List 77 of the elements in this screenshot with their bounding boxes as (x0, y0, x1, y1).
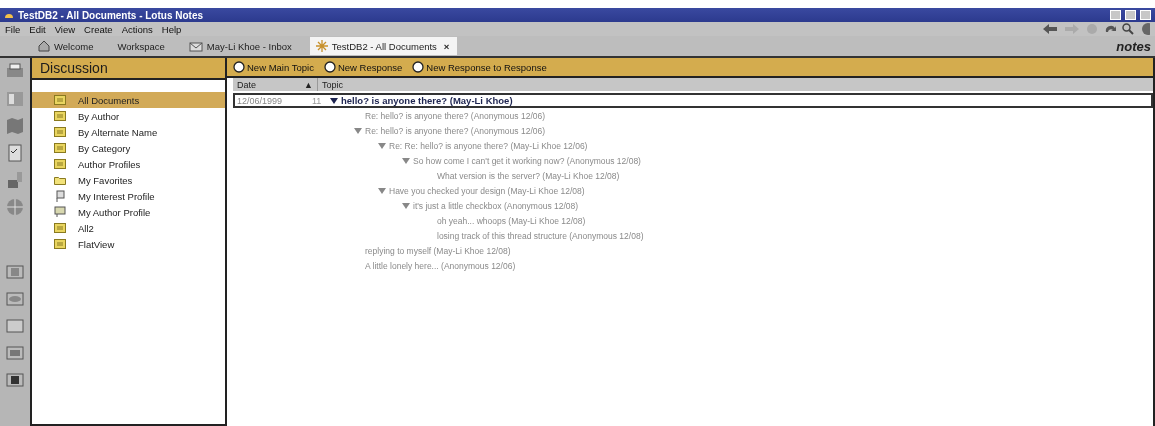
view-icon (54, 159, 66, 169)
topic-text: What version is the server? (May-Li Khoe 12/08) (437, 170, 620, 181)
topic-text: it's just a little checkbox (Anonymous 12/08) (413, 200, 579, 211)
navigator-entry[interactable]: My Author Profile (32, 204, 225, 220)
mailbox-icon (188, 40, 203, 52)
count-cell: 11 (312, 95, 322, 106)
menu-item[interactable]: Edit (29, 23, 46, 35)
thread-row[interactable]: Re: Re: hello? is anyone there? (May-Li Khoe 12/06) (233, 138, 1153, 153)
topic-text: Re: hello? is anyone there? (Anonymous 12/06) (365, 110, 546, 121)
back-arrow-icon[interactable] (1042, 23, 1058, 35)
thread-row[interactable]: oh yeah... whoops (May-Li Khoe 12/08) (233, 213, 1153, 228)
refresh-icon[interactable] (1104, 23, 1116, 35)
action-button[interactable]: New Response (323, 61, 403, 73)
navigator-entry[interactable]: All2 (32, 220, 225, 236)
profile-icon (54, 190, 66, 202)
column-header[interactable]: Topic (318, 78, 718, 91)
brand-label: notes (1116, 38, 1152, 54)
thread-row[interactable]: replying to myself (May-Li Khoe 12/08) (233, 243, 1153, 258)
thread-row[interactable]: Have you checked your design (May-Li Khoe 12/08) (233, 183, 1153, 198)
view-icon (54, 95, 66, 105)
thread-row[interactable]: A little lonely here... (Anonymous 12/06) (233, 258, 1153, 273)
action-button[interactable]: New Response to Response (412, 61, 547, 73)
topic-text: Have you checked your design (May-Li Khoe 12/08) (389, 185, 585, 196)
menu-item[interactable]: Help (161, 23, 182, 35)
thread-row[interactable]: it's just a little checkbox (Anonymous 12/08) (233, 198, 1153, 213)
view-icon (54, 127, 66, 137)
tab[interactable]: Workspace (111, 37, 173, 55)
view-icon (54, 143, 66, 153)
view-icon (54, 239, 66, 249)
close-button[interactable] (1140, 10, 1151, 20)
column-header[interactable]: Date ▲ (233, 78, 318, 91)
menu-item[interactable]: Actions (121, 23, 153, 35)
topic-text: replying to myself (May-Li Khoe 12/08) (365, 245, 511, 256)
panel-title: Discussion (32, 58, 225, 80)
navigator-entry[interactable]: My Interest Profile (32, 188, 225, 204)
checklist-icon[interactable] (5, 143, 25, 163)
expand-triangle-icon[interactable] (330, 97, 338, 104)
thread-row[interactable]: What version is the server? (May-Li Khoe 12/08) (233, 168, 1153, 183)
topic-text: So how come I can't get it working now? (Anonymous 12/08) (413, 155, 641, 166)
navigator-entry[interactable]: By Alternate Name (32, 124, 225, 140)
thread-row[interactable]: losing track of this thread structure (Anonymous 12/08) (233, 228, 1153, 243)
menu-item[interactable]: Create (84, 23, 113, 35)
house-icon (38, 40, 50, 52)
navigator-entry[interactable]: FlatView (32, 236, 225, 252)
navigator-entry[interactable]: My Favorites (32, 172, 225, 188)
topic-text: hello? is anyone there? (May-Li Khoe) (341, 95, 513, 106)
navigator-entry[interactable]: By Category (32, 140, 225, 156)
topic-text: Re: hello? is anyone there? (Anonymous 12/06) (365, 125, 546, 136)
globe-icon[interactable] (5, 197, 25, 217)
restore-button[interactable] (1125, 10, 1136, 20)
tab[interactable]: Welcome (32, 37, 102, 55)
close-button[interactable]: × (443, 40, 450, 52)
window-title: TestDB2 - All Documents - Lotus Notes (18, 9, 204, 21)
navigator-entry[interactable]: By Author (32, 108, 225, 124)
thread-row[interactable]: So how come I can't get it working now? (Anonymous 12/08) (233, 153, 1153, 168)
navigator-entry[interactable]: All Documents (32, 92, 225, 108)
date-cell-text: 12/06/1999 (236, 95, 284, 106)
search-icon[interactable] (1122, 23, 1134, 35)
spark-icon (315, 40, 328, 52)
view-icon (54, 223, 66, 233)
topic-text: A little lonely here... (Anonymous 12/06) (365, 260, 516, 271)
topic-text: oh yeah... whoops (May-Li Khoe 12/08) (437, 215, 586, 226)
thread-row[interactable]: Re: hello? is anyone there? (Anonymous 12/06) (233, 123, 1153, 138)
map-icon[interactable] (5, 116, 25, 136)
profile-icon (54, 206, 66, 218)
view-icon (54, 111, 66, 121)
tab[interactable]: TestDB2 - All Documents × (309, 37, 458, 55)
menu-item[interactable]: View (54, 23, 76, 35)
menu-item[interactable]: File (5, 23, 21, 35)
tab[interactable]: May-Li Khoe - Inbox (182, 37, 300, 55)
thread-row[interactable]: 12/06/1999 11 hello? is anyone there? (May-Li Khoe) (233, 93, 1153, 108)
navigator-entry[interactable]: Author Profiles (32, 156, 225, 172)
action-button[interactable]: New Main Topic (233, 61, 314, 73)
topic-text: losing track of this thread structure (Anonymous 12/08) (437, 230, 644, 241)
minimize-button[interactable] (1110, 10, 1121, 20)
topic-text: Re: Re: hello? is anyone there? (May-Li Khoe 12/06) (389, 140, 588, 151)
thread-row[interactable]: Re: hello? is anyone there? (Anonymous 12/06) (233, 108, 1153, 123)
